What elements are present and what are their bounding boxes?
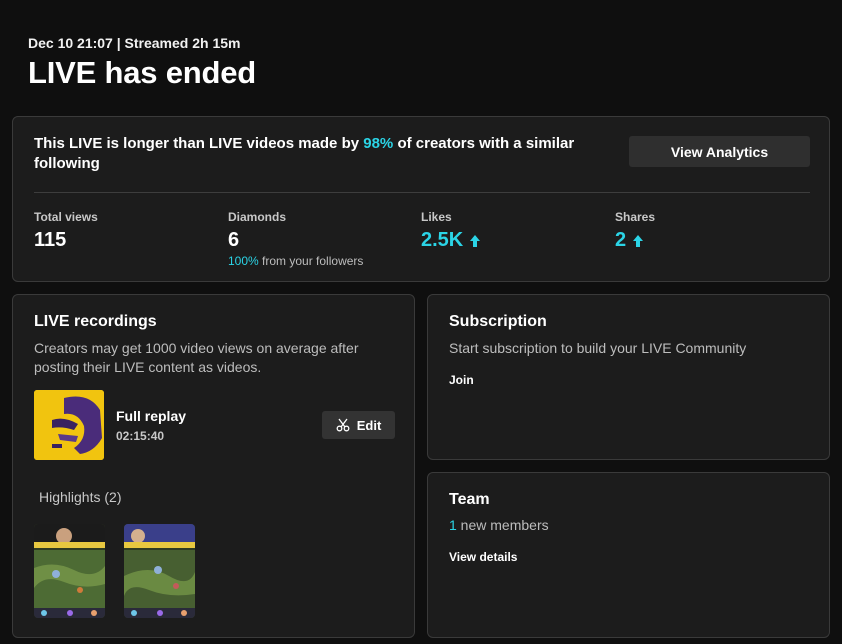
team-new-members: 1 new members xyxy=(449,517,549,533)
stat-label: Likes xyxy=(421,210,452,224)
stat-value: 6 xyxy=(228,229,240,251)
page-title: LIVE has ended xyxy=(28,55,257,90)
full-replay-label: Full replay xyxy=(116,408,187,424)
summary-text-before: This LIVE is longer than LIVE videos mad… xyxy=(34,135,364,152)
live-ended-page: Dec 10 21:07 | Streamed 2h 15m LIVE has … xyxy=(0,0,842,644)
team-count-text: new members xyxy=(456,517,549,533)
stat-value: 2 xyxy=(615,229,627,251)
highlight-thumbnail-art xyxy=(124,524,195,618)
up-arrow-icon xyxy=(470,234,481,247)
subscription-description: Start subscription to build your LIVE Co… xyxy=(449,340,747,356)
team-card: Team 1 new members View details xyxy=(427,472,830,638)
summary-percent: 98% xyxy=(363,135,394,152)
full-replay-thumbnail[interactable] xyxy=(34,390,104,460)
view-analytics-button[interactable]: View Analytics xyxy=(629,136,810,167)
stat-sub: 100% from your followers xyxy=(228,254,363,268)
up-arrow-icon xyxy=(633,234,644,247)
team-title: Team xyxy=(449,491,490,508)
full-replay-duration: 02:15:40 xyxy=(116,429,165,443)
view-details-link[interactable]: View details xyxy=(449,550,517,564)
highlights-title: Highlights (2) xyxy=(39,489,122,505)
subscription-title: Subscription xyxy=(449,313,547,330)
summary-card: This LIVE is longer than LIVE videos mad… xyxy=(12,116,830,282)
diamonds-followers-text: from your followers xyxy=(258,254,364,268)
stat-value: 2.5K xyxy=(421,229,464,251)
stat-value-row: 2 xyxy=(615,229,655,252)
summary-text: This LIVE is longer than LIVE videos mad… xyxy=(34,134,594,174)
stat-shares: Shares 2 xyxy=(615,210,655,252)
stat-diamonds: Diamonds 6 100% from your followers xyxy=(228,210,363,268)
stat-total-views: Total views 115 xyxy=(34,210,98,252)
recordings-title: LIVE recordings xyxy=(34,313,157,330)
team-count: 1 xyxy=(449,517,457,533)
stat-value: 115 xyxy=(34,229,67,251)
live-recordings-card: LIVE recordings Creators may get 1000 vi… xyxy=(12,294,415,638)
subscription-card: Subscription Start subscription to build… xyxy=(427,294,830,460)
diamonds-followers-percent: 100% xyxy=(228,254,259,268)
stat-likes: Likes 2.5K xyxy=(421,210,481,252)
join-link[interactable]: Join xyxy=(449,373,474,387)
highlight-thumbnail-art xyxy=(34,524,105,618)
highlight-thumbnail[interactable] xyxy=(34,524,105,618)
replay-thumbnail-art xyxy=(34,390,104,460)
stat-label: Shares xyxy=(615,210,656,224)
recordings-description: Creators may get 1000 video views on ave… xyxy=(34,340,359,375)
edit-button-label: Edit xyxy=(356,417,382,433)
edit-button[interactable]: Edit xyxy=(322,411,395,439)
scissors-icon xyxy=(336,418,350,432)
highlight-thumbnail[interactable] xyxy=(124,524,195,618)
stat-label: Total views xyxy=(34,210,98,224)
summary-divider xyxy=(34,192,810,193)
stream-meta: Dec 10 21:07 | Streamed 2h 15m xyxy=(28,35,241,51)
stat-value-row: 2.5K xyxy=(421,229,481,252)
stat-label: Diamonds xyxy=(228,210,287,224)
